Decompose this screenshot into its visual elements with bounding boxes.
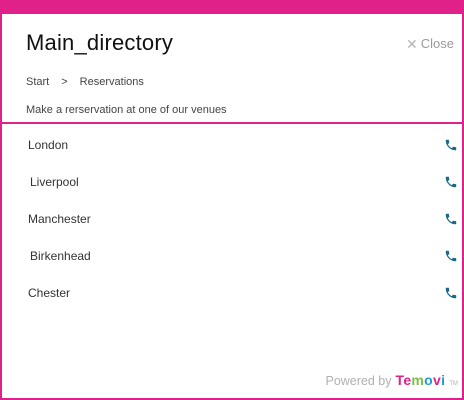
breadcrumb: Start > Reservations bbox=[26, 76, 144, 88]
venue-list: London Liverpool Manchester Birkenhead C… bbox=[2, 132, 464, 317]
venue-label: Birkenhead bbox=[30, 249, 91, 263]
venue-label: London bbox=[28, 138, 69, 152]
venue-item-chester[interactable]: Chester bbox=[2, 280, 464, 317]
breadcrumb-reservations[interactable]: Reservations bbox=[80, 76, 144, 88]
close-icon: ✕ bbox=[406, 35, 418, 52]
venue-item-liverpool[interactable]: Liverpool bbox=[2, 169, 464, 206]
close-label: Close bbox=[420, 36, 454, 51]
accent-top-bar bbox=[2, 0, 464, 14]
venue-item-manchester[interactable]: Manchester bbox=[2, 206, 464, 243]
trademark-mark: TM bbox=[449, 381, 458, 387]
phone-icon[interactable] bbox=[444, 175, 458, 189]
panel-header: Main_directory ✕ Close Start > Reservati… bbox=[2, 14, 464, 124]
venue-item-london[interactable]: London bbox=[2, 132, 464, 169]
venue-label: Manchester bbox=[28, 212, 91, 226]
breadcrumb-separator: > bbox=[61, 76, 68, 88]
directory-panel: Main_directory ✕ Close Start > Reservati… bbox=[0, 0, 464, 400]
phone-icon[interactable] bbox=[444, 286, 458, 300]
phone-icon[interactable] bbox=[444, 212, 458, 226]
venue-label: Chester bbox=[28, 286, 71, 300]
venue-item-birkenhead[interactable]: Birkenhead bbox=[2, 243, 464, 280]
powered-by-footer: Powered by Temovi TM bbox=[325, 372, 458, 388]
venue-label: Liverpool bbox=[30, 175, 79, 189]
phone-icon[interactable] bbox=[444, 138, 458, 152]
breadcrumb-start[interactable]: Start bbox=[26, 76, 49, 88]
page-subtitle: Make a rerservation at one of our venues bbox=[26, 104, 227, 116]
powered-by-label: Powered by bbox=[325, 374, 392, 388]
page-title: Main_directory bbox=[26, 30, 174, 55]
brand-logo[interactable]: Temovi bbox=[396, 372, 446, 388]
phone-icon[interactable] bbox=[444, 249, 458, 263]
close-button[interactable]: ✕ Close bbox=[406, 36, 454, 51]
